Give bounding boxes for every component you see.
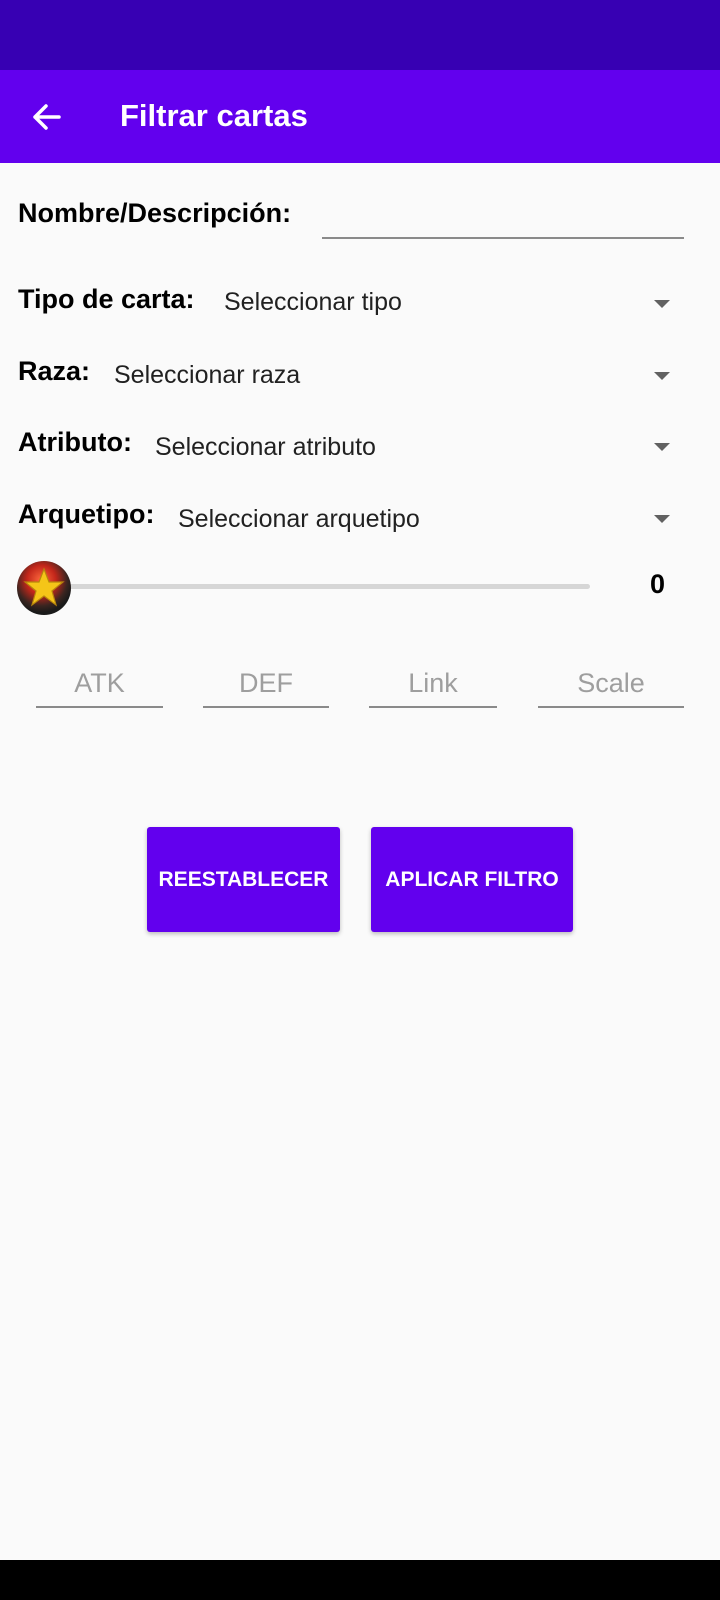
atk-input[interactable]	[36, 660, 163, 708]
archetype-selected: Seleccionar arquetipo	[178, 505, 420, 533]
page-title: Filtrar cartas	[120, 98, 308, 133]
slider-track[interactable]	[40, 584, 590, 589]
status-bar	[0, 0, 720, 70]
dropdown-arrow-icon	[654, 300, 670, 308]
apply-filter-button[interactable]: APLICAR FILTRO	[371, 827, 573, 932]
star-icon	[17, 561, 71, 615]
card-type-spinner[interactable]: Seleccionar tipo	[220, 280, 680, 328]
attribute-label: Atributo:	[18, 427, 132, 457]
back-button[interactable]	[22, 92, 72, 142]
dropdown-arrow-icon	[654, 515, 670, 523]
scale-input[interactable]	[538, 660, 684, 708]
attribute-selected: Seleccionar atributo	[155, 433, 376, 461]
race-selected: Seleccionar raza	[114, 361, 301, 389]
race-label: Raza:	[18, 356, 91, 386]
navigation-bar	[0, 1560, 720, 1600]
attribute-spinner[interactable]: Seleccionar atributo	[150, 424, 680, 472]
app-bar: Filtrar cartas	[0, 70, 720, 163]
card-type-label: Tipo de carta:	[18, 284, 195, 314]
race-spinner[interactable]: Seleccionar raza	[110, 352, 680, 400]
name-label: Nombre/Descripción:	[18, 198, 292, 228]
name-input[interactable]	[322, 195, 684, 239]
dropdown-arrow-icon	[654, 372, 670, 380]
card-type-selected: Seleccionar tipo	[224, 288, 402, 316]
link-input[interactable]	[369, 660, 497, 708]
slider-thumb[interactable]	[16, 560, 72, 616]
def-input[interactable]	[203, 660, 329, 708]
dropdown-arrow-icon	[654, 443, 670, 451]
arrow-back-icon	[33, 104, 61, 130]
archetype-label: Arquetipo:	[18, 499, 155, 529]
reset-button[interactable]: REESTABLECER	[147, 827, 340, 932]
archetype-spinner[interactable]: Seleccionar arquetipo	[173, 495, 680, 543]
level-value: 0	[650, 569, 666, 599]
